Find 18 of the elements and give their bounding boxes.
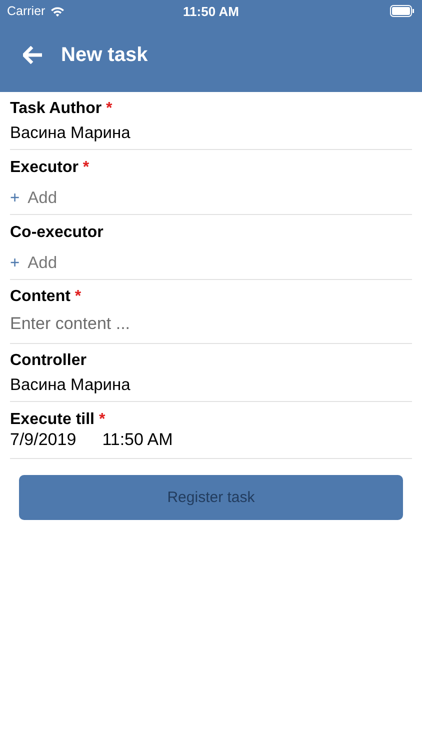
- field-label: Task Author *: [10, 99, 112, 118]
- carrier-label: Carrier: [7, 4, 46, 18]
- date-value[interactable]: 7/9/2019: [10, 430, 76, 450]
- field-label: Content *: [10, 287, 82, 306]
- back-arrow-icon[interactable]: [23, 46, 43, 64]
- field-label: Controller: [10, 351, 86, 370]
- status-time: 11:50 AM: [183, 4, 239, 18]
- field-label: Co-executor: [10, 223, 104, 242]
- field-label: Executor *: [10, 158, 90, 177]
- field-value: Васина Марина: [10, 375, 130, 396]
- battery-icon: [390, 5, 415, 17]
- field-value: Васина Марина: [10, 123, 130, 144]
- screen-title: New task: [61, 44, 148, 66]
- field-label: Execute till *: [10, 410, 106, 429]
- add-button[interactable]: + Add: [10, 177, 57, 214]
- add-button[interactable]: + Add: [10, 242, 57, 279]
- wifi-icon: [50, 6, 66, 16]
- time-value[interactable]: 11:50 AM: [102, 430, 173, 450]
